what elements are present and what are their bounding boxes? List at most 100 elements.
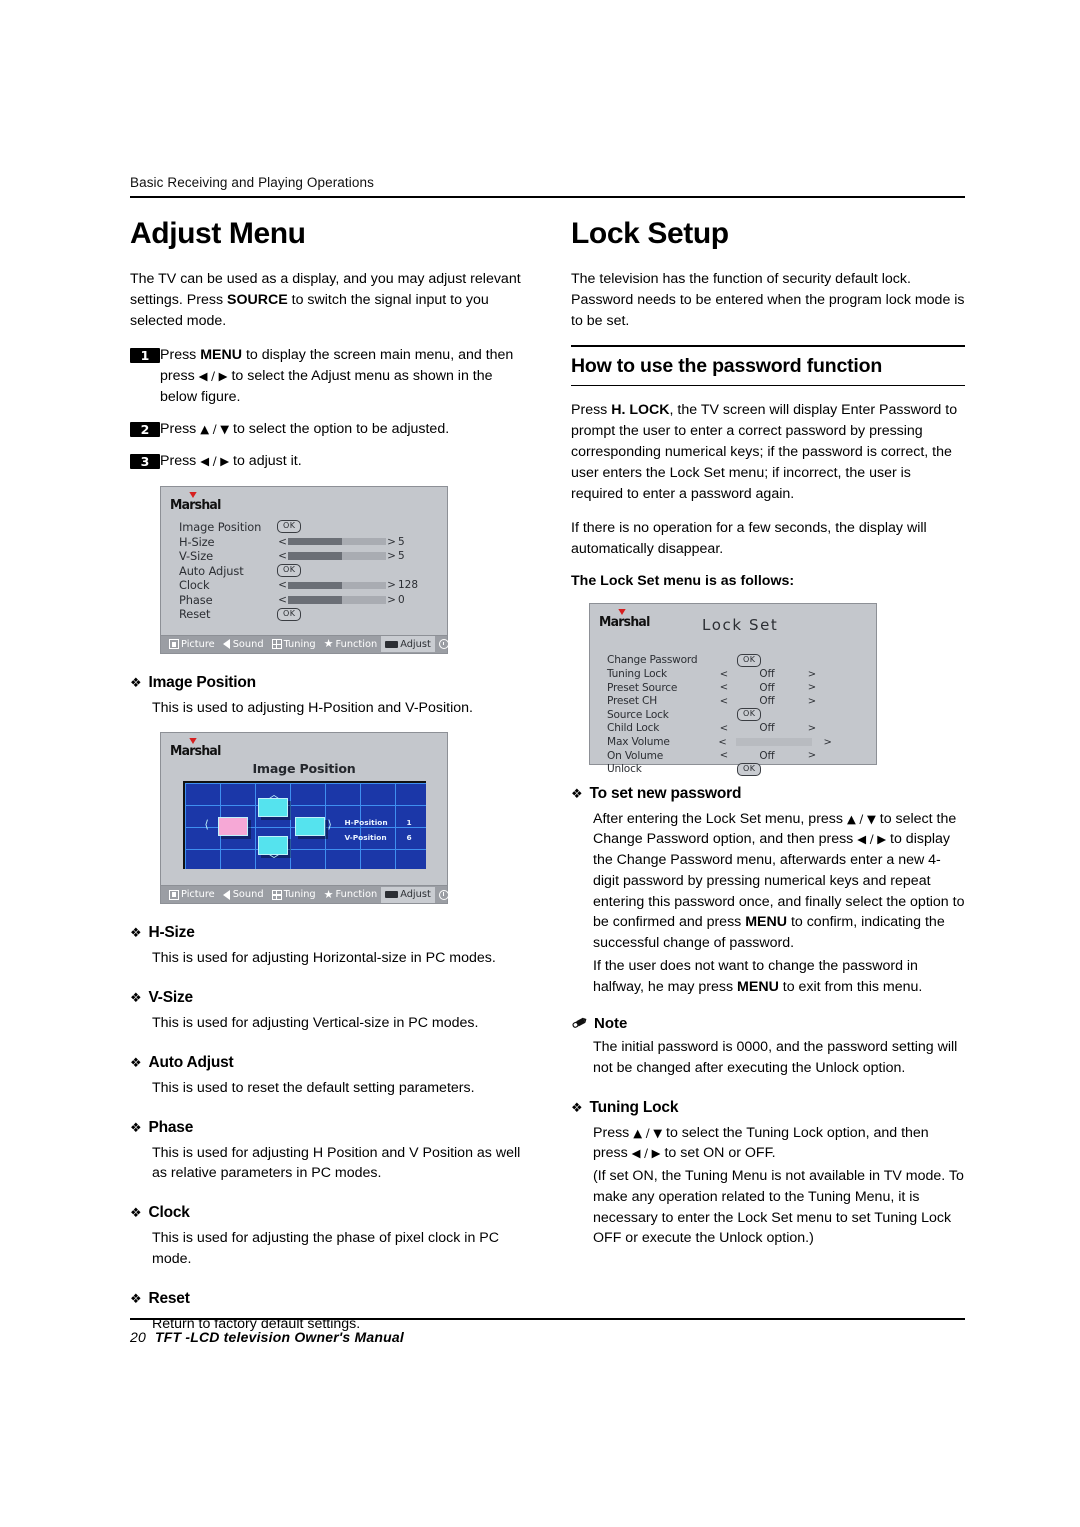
lock-row-label: Max Volume	[607, 736, 670, 749]
slider-track	[288, 581, 386, 590]
menu-key-label: MENU	[745, 914, 787, 931]
bullet-heading-text: V-Size	[148, 989, 193, 1007]
marshal-logo: Marshal	[599, 608, 650, 630]
left-arrow-icon: <	[278, 593, 287, 606]
bullet-heading-reset: ❖ Reset	[130, 1290, 523, 1308]
logo-accent-icon	[189, 738, 197, 745]
bullet-body-set-new-password-2: If the user does not want to change the …	[571, 956, 965, 997]
diamond-bullet-icon: ❖	[130, 1291, 142, 1307]
pencil-icon	[572, 1018, 587, 1029]
diamond-bullet-icon: ❖	[571, 1100, 583, 1116]
step-key-label: MENU	[200, 346, 242, 363]
right-arrow-icon: >	[807, 750, 817, 762]
osd-row-image-position: Image Position OK	[179, 520, 438, 535]
caret-right-icon: ⟩	[327, 818, 332, 832]
lock-row-on-volume: On Volume < Off >	[607, 749, 867, 763]
lock-row-unlock: Unlock OK	[607, 762, 867, 776]
tab-label: Adjust	[400, 638, 431, 650]
lock-row-control: < Off >	[711, 750, 841, 762]
osd-position-readout: H-Position 1 V-Position 6	[344, 815, 412, 845]
bullet-heading-tuning-lock: ❖ Tuning Lock	[571, 1099, 965, 1117]
np-text-a: After entering the Lock Set menu, press	[593, 810, 847, 827]
bullet-heading-text: H-Size	[148, 924, 195, 942]
section-rule-bottom	[571, 384, 965, 386]
osd-row-reset: Reset OK	[179, 607, 438, 622]
arrow-keys-icon: ◀ / ▶	[631, 1146, 661, 1161]
step-text-c: to select the option to be adjusted.	[229, 420, 450, 437]
diamond-bullet-icon: ❖	[130, 1120, 142, 1136]
lock-set-menu-intro: The Lock Set menu is as follows:	[571, 572, 795, 589]
adjust-icon	[385, 891, 399, 899]
step-text: Press ◀ / ▶ to adjust it.	[160, 451, 523, 472]
readout-h-position: H-Position 1	[344, 815, 412, 830]
right-arrow-icon: >	[807, 695, 817, 707]
left-arrow-icon: <	[278, 535, 287, 548]
tab-picture: Picture	[165, 887, 219, 903]
lock-intro-paragraph: The television has the function of secur…	[571, 270, 965, 329]
tab-sound: Sound	[219, 887, 268, 903]
ok-button: OK	[277, 520, 302, 534]
bullet-heading-text: Auto Adjust	[148, 1053, 234, 1071]
readout-value: 1	[406, 818, 412, 828]
step-number: 1	[130, 347, 160, 363]
osd-row-label: Reset	[179, 607, 211, 622]
para-text-a: Press	[571, 401, 612, 418]
tab-tuning: Tuning	[268, 636, 320, 652]
header-rule	[130, 196, 965, 198]
star-icon: ★	[323, 637, 334, 651]
left-arrow-icon: <	[719, 750, 729, 762]
ok-button: OK	[737, 708, 762, 722]
caret-left-icon: ⟨	[204, 818, 209, 832]
lock-row-control: < Off >	[711, 682, 841, 694]
tab-adjust: Adjust	[381, 636, 435, 653]
lock-row-label: On Volume	[607, 749, 664, 762]
lock-row-source-lock: Source Lock OK	[607, 708, 867, 722]
lock-row-control: OK	[711, 708, 841, 722]
readout-label: H-Position	[344, 818, 388, 828]
osd-row-auto-adjust: Auto Adjust OK	[179, 563, 438, 578]
lock-row-value: Off	[759, 668, 775, 681]
adjust-intro-paragraph: The TV can be used as a display, and you…	[130, 269, 523, 332]
tab-label: Timer	[450, 889, 479, 901]
diamond-bullet-icon: ❖	[130, 1055, 142, 1071]
tab-label: Adjust	[400, 889, 431, 901]
step-text: Press ▲ / ▼ to select the option to be a…	[160, 419, 523, 440]
osd-row-label: Clock	[179, 578, 210, 593]
tab-label: Picture	[181, 638, 215, 650]
source-key-label: SOURCE	[227, 291, 288, 308]
arrow-keys-icon: ◀ / ▶	[198, 368, 228, 383]
bullet-body-h-size: This is used for adjusting Horizontal-si…	[152, 950, 496, 967]
osd-row-label: Auto Adjust	[179, 563, 244, 578]
osd-image-position-figure: Marshal Image Position ︿ ﹀ ⟨ ⟩ H-Positio…	[160, 732, 479, 905]
step-1: 1 Press MENU to display the screen main …	[130, 345, 523, 408]
tab-function: ★ Function	[320, 636, 382, 652]
tab-label: Tuning	[283, 889, 316, 901]
step-text-c: to adjust it.	[229, 452, 302, 469]
ok-button: OK	[737, 762, 762, 776]
menu-key-label: MENU	[737, 978, 779, 995]
osd-row-control: < > 5	[277, 536, 405, 548]
bullet-heading-text: Image Position	[148, 673, 256, 691]
osd-lock-rows: Change Password OK Tuning Lock < Off > Pre…	[599, 653, 867, 776]
lock-row-control: OK	[711, 653, 841, 667]
slider-value: 5	[398, 550, 405, 563]
tab-label: Sound	[232, 638, 264, 650]
tab-label: Sound	[232, 889, 264, 901]
lock-row-tuning-lock: Tuning Lock < Off >	[607, 667, 867, 681]
bullet-body-tuning-lock-2: (If set ON, the Tuning Menu is not avail…	[593, 1168, 964, 1247]
slider-value: 0	[398, 593, 405, 606]
left-arrow-icon: <	[718, 736, 727, 748]
lock-row-child-lock: Child Lock < Off >	[607, 722, 867, 736]
bullet-heading-text: Clock	[148, 1204, 190, 1222]
osd-lock-set-figure: Marshal Lock Set Change Password OK Tuni…	[589, 602, 877, 776]
osd-row-label: Image Position	[179, 519, 262, 534]
bullet-heading-h-size: ❖ H-Size	[130, 924, 523, 942]
left-arrow-icon: <	[719, 668, 729, 680]
lock-row-label: Preset Source	[607, 681, 678, 694]
tab-picture: Picture	[165, 636, 219, 652]
section-heading-password-function: How to use the password function	[571, 354, 883, 377]
slider-value: 5	[398, 535, 405, 548]
tab-adjust: Adjust	[381, 886, 435, 903]
footer-text: 20 TFT -LCD television Owner's Manual	[130, 1329, 965, 1345]
page-content: Basic Receiving and Playing Operations A…	[130, 175, 965, 1336]
